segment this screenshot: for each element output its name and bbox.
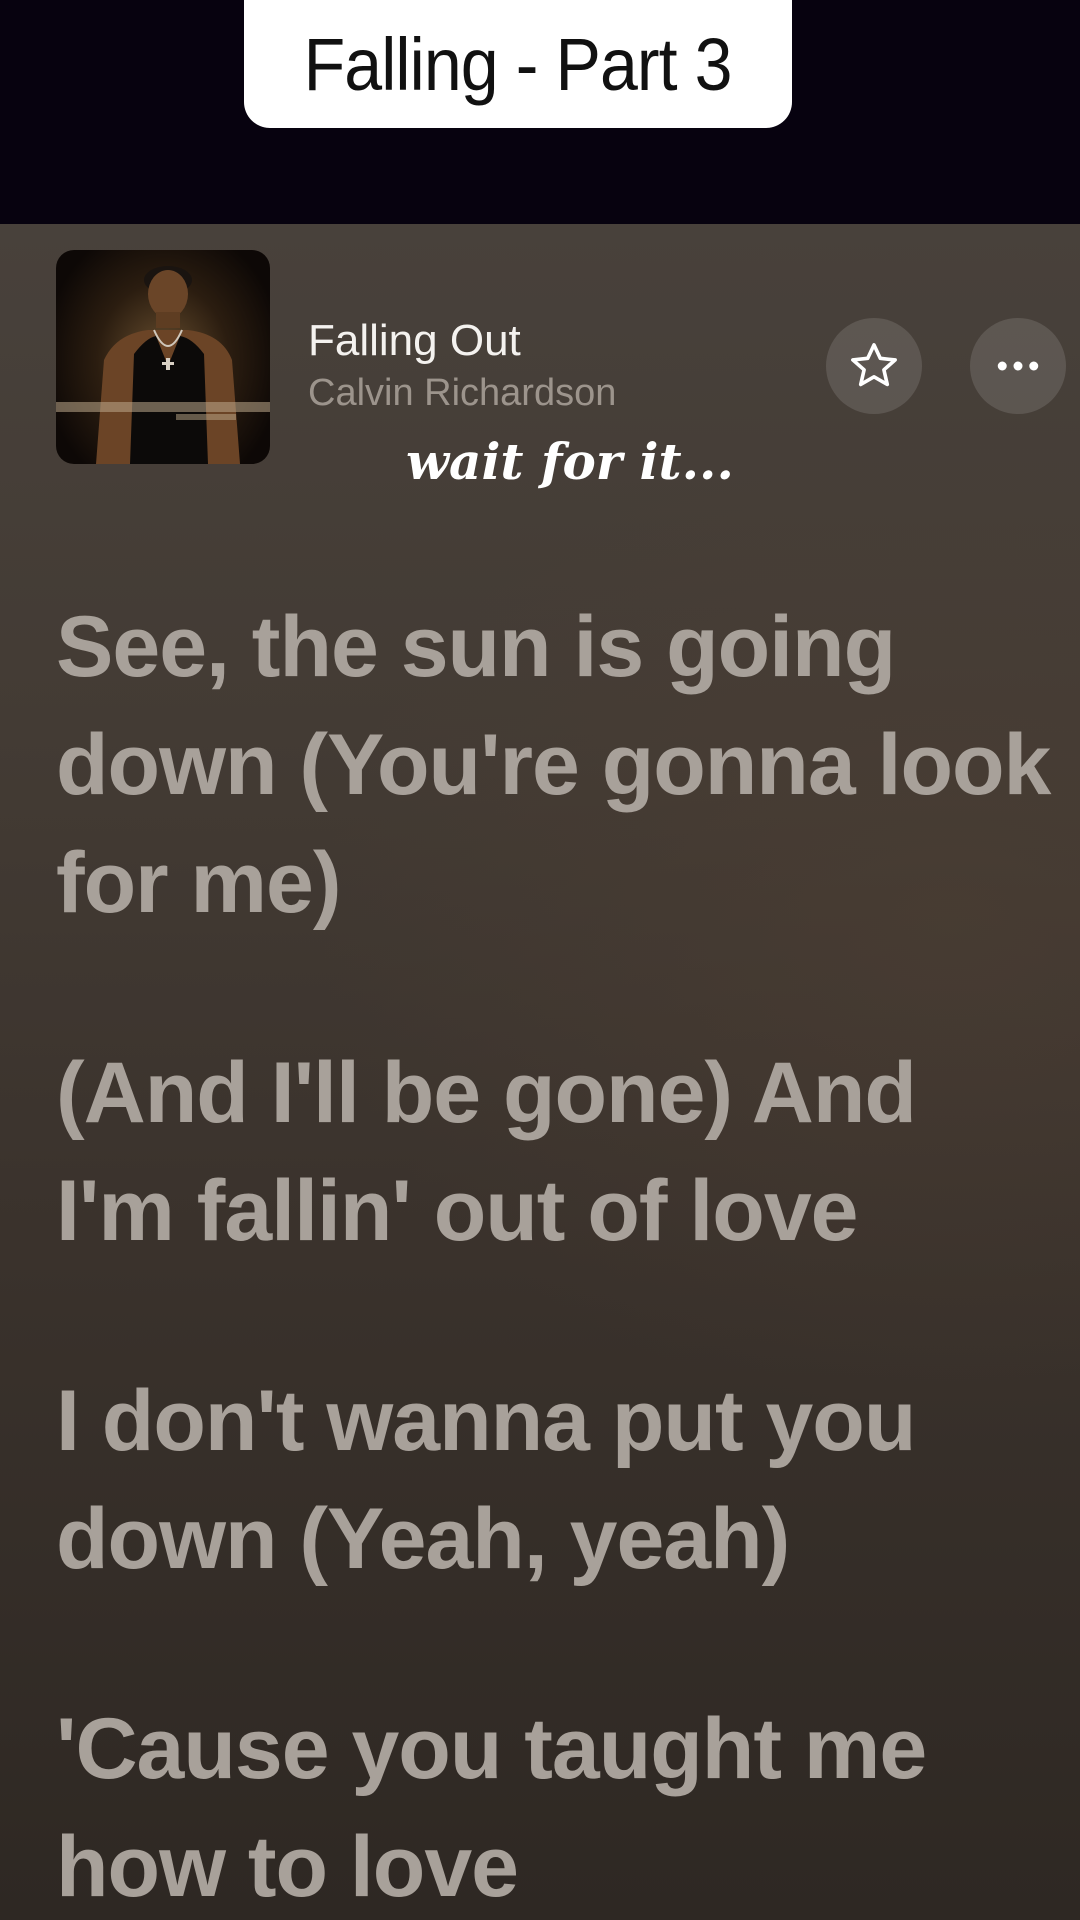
overlay-band: Falling - Part 3 [0,0,1080,224]
song-artist[interactable]: Calvin Richardson [308,372,616,415]
lyric-line[interactable]: 'Cause you taught me how to love [56,1690,1056,1920]
song-title[interactable]: Falling Out [308,316,521,366]
album-art[interactable] [56,250,270,464]
lyric-line[interactable]: (And I'll be gone) And I'm fallin' out o… [56,1034,1056,1270]
star-icon [851,343,897,387]
page: Falling - Part 3 Falling Out Calvin Rich… [0,0,1080,1920]
more-options-button[interactable] [970,318,1066,414]
more-icon [997,361,1039,371]
lyric-line[interactable]: See, the sun is going down (You're gonna… [56,588,1056,942]
overlay-caption: wait for it... [406,432,734,491]
album-art-image [56,266,270,464]
lyrics-player: Falling Out Calvin Richardson wait for i… [0,224,1080,1920]
video-title-banner: Falling - Part 3 [244,0,792,128]
favorite-button[interactable] [826,318,922,414]
lyric-line[interactable]: I don't wanna put you down (Yeah, yeah) [56,1362,1056,1598]
video-title: Falling - Part 3 [304,22,733,106]
